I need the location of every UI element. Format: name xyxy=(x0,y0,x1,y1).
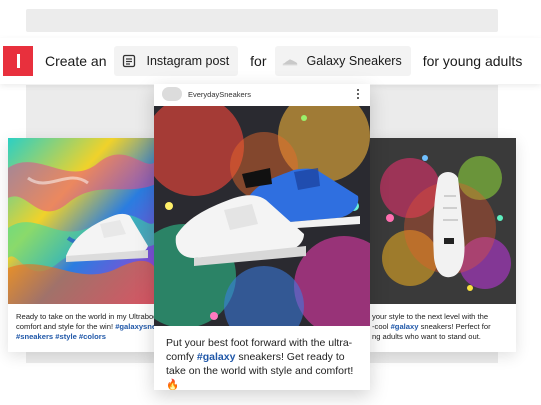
left-post-image xyxy=(8,138,158,304)
post-card-right[interactable]: your style to the next level with the -c… xyxy=(370,138,516,352)
post-type-label: Instagram post xyxy=(146,54,230,68)
right-post-caption: your style to the next level with the -c… xyxy=(372,312,516,343)
prompt-cursor-icon xyxy=(3,46,33,76)
avatar[interactable] xyxy=(162,87,182,101)
left-caption-line2: comfort and style for the win! xyxy=(16,322,116,332)
brand-label: Galaxy Sneakers xyxy=(306,54,402,68)
right-caption-line1: your style to the next level with the xyxy=(372,312,489,321)
prompt-audience-text: for young adults xyxy=(422,53,523,69)
post-header: EverydaySneakers xyxy=(154,84,370,104)
top-placeholder-bar xyxy=(26,9,498,32)
post-type-chip[interactable]: Instagram post xyxy=(114,46,239,76)
prompt-for-text: for xyxy=(250,53,267,69)
right-post-image xyxy=(370,138,516,304)
left-caption-hashtags[interactable]: #sneakers #style #colors xyxy=(16,332,106,341)
brand-chip[interactable]: Galaxy Sneakers xyxy=(274,46,411,76)
prompt-bar: Create an Instagram post for Galaxy Snea… xyxy=(0,38,541,84)
center-post-caption: Put your best foot forward with the ultr… xyxy=(166,336,362,390)
right-caption-line2a: -cool xyxy=(372,322,391,332)
more-vertical-icon[interactable] xyxy=(357,89,360,99)
post-card-left[interactable]: Ready to take on the world in my Ultrabo… xyxy=(8,138,158,352)
center-post-image xyxy=(154,90,370,346)
app-stage: Create an Instagram post for Galaxy Snea… xyxy=(0,0,541,405)
right-caption-line3: ng adults who want to stand out. xyxy=(372,332,481,342)
post-card-center[interactable]: EverydaySneakers Put your best foot forw… xyxy=(154,84,370,390)
right-caption-line2b: sneakers! Perfect for xyxy=(418,322,491,332)
left-caption-hashtag[interactable]: #galaxysne xyxy=(115,322,156,331)
right-caption-hashtag[interactable]: #galaxy xyxy=(391,322,419,331)
left-post-caption: Ready to take on the world in my Ultrabo… xyxy=(16,312,158,343)
left-caption-line1: Ready to take on the world in my Ultrabo… xyxy=(16,312,158,321)
sneaker-thumbnail-icon xyxy=(281,52,299,70)
prompt-create-text: Create an xyxy=(45,53,107,69)
center-caption-hashtag[interactable]: #galaxy xyxy=(197,351,236,363)
document-icon xyxy=(120,52,138,70)
account-handle[interactable]: EverydaySneakers xyxy=(188,90,251,99)
